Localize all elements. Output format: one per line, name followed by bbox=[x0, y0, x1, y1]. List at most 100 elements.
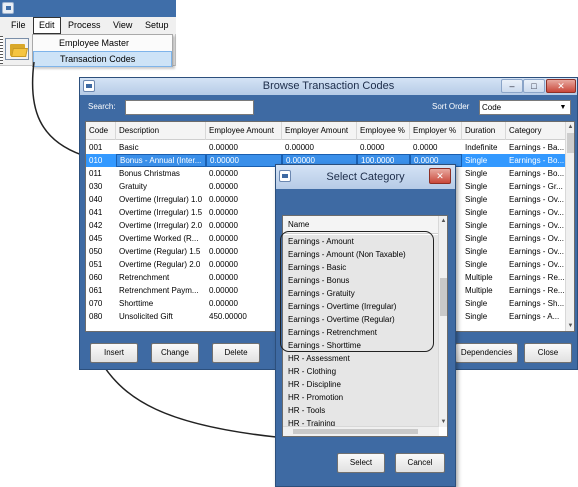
cell-duration: Single bbox=[465, 182, 488, 191]
cell-description: Overtime (Regular) 2.0 bbox=[119, 260, 201, 269]
cell-code: 010 bbox=[89, 156, 103, 165]
table-vertical-scrollbar[interactable]: ▲ ▼ bbox=[565, 122, 574, 331]
column-header-description[interactable]: Description bbox=[116, 122, 206, 140]
cell-category: Earnings - A... bbox=[509, 312, 560, 321]
column-header-employer-pct[interactable]: Employer % bbox=[410, 122, 462, 140]
cell-duration: Single bbox=[465, 195, 488, 204]
cell-employer-pct: 0.0000 bbox=[413, 143, 438, 152]
cell-description: Bonus - Annual (Inter... bbox=[116, 154, 206, 167]
sort-order-label: Sort Order bbox=[432, 102, 470, 111]
cell-code: 060 bbox=[89, 273, 103, 282]
change-button[interactable]: Change bbox=[151, 343, 199, 363]
window-close-button[interactable]: ✕ bbox=[546, 79, 576, 93]
cell-description: Gratuity bbox=[119, 182, 148, 191]
cell-description: Basic bbox=[119, 143, 139, 152]
cell-category: Earnings - Bo... bbox=[509, 169, 565, 178]
arrow-menu-to-grid bbox=[31, 61, 83, 156]
cell-employee-amount: 0.00000 bbox=[209, 195, 238, 204]
cancel-button[interactable]: Cancel bbox=[395, 453, 445, 473]
category-vertical-scrollbar[interactable]: ▲ ▼ bbox=[438, 216, 447, 427]
scroll-down-icon[interactable]: ▼ bbox=[566, 321, 574, 331]
cell-code: 041 bbox=[89, 208, 103, 217]
cell-code: 080 bbox=[89, 312, 103, 321]
list-item[interactable]: HR - Promotion bbox=[283, 391, 439, 404]
cell-category: Earnings - Bo... bbox=[509, 156, 565, 165]
sort-order-select[interactable]: Code ▼ bbox=[479, 100, 571, 115]
cell-description: Unsolicited Gift bbox=[119, 312, 173, 321]
cell-employer-amount: 0.00000 bbox=[285, 143, 314, 152]
dialog-close-icon[interactable]: ✕ bbox=[429, 168, 451, 184]
cell-code: 051 bbox=[89, 260, 103, 269]
column-header-category[interactable]: Category bbox=[506, 122, 566, 140]
cell-employee-amount: 0.00000 bbox=[206, 154, 282, 167]
cell-duration: Single bbox=[465, 299, 488, 308]
cell-employee-amount: 0.00000 bbox=[209, 234, 238, 243]
cell-employee-amount: 450.00000 bbox=[209, 312, 247, 321]
list-item[interactable]: HR - Discipline bbox=[283, 378, 439, 391]
earnings-group-highlight bbox=[280, 231, 434, 352]
column-header-code[interactable]: Code bbox=[86, 122, 116, 140]
cell-description: Bonus Christmas bbox=[119, 169, 180, 178]
list-item[interactable]: HR - Assessment bbox=[283, 352, 439, 365]
search-label: Search: bbox=[88, 102, 116, 111]
cell-employee-amount: 0.00000 bbox=[209, 221, 238, 230]
scroll-thumb[interactable] bbox=[293, 429, 418, 434]
cell-category: Earnings - Re... bbox=[509, 273, 565, 282]
cell-duration: Multiple bbox=[465, 286, 493, 295]
cell-duration: Single bbox=[465, 247, 488, 256]
close-button[interactable]: Close bbox=[524, 343, 572, 363]
cell-description: Overtime (Irregular) 2.0 bbox=[119, 221, 203, 230]
cell-description: Overtime (Irregular) 1.0 bbox=[119, 195, 203, 204]
cell-duration: Indefinite bbox=[465, 143, 498, 152]
column-header-employer-amount[interactable]: Employer Amount bbox=[282, 122, 357, 140]
scroll-up-icon[interactable]: ▲ bbox=[439, 216, 447, 226]
cell-code: 045 bbox=[89, 234, 103, 243]
cell-category: Earnings - Sh... bbox=[509, 299, 565, 308]
cell-category: Earnings - Ov... bbox=[509, 247, 564, 256]
list-item[interactable]: HR - Clothing bbox=[283, 365, 439, 378]
list-item[interactable]: HR - Tools bbox=[283, 404, 439, 417]
cell-employee-amount: 0.00000 bbox=[209, 299, 238, 308]
scroll-thumb[interactable] bbox=[440, 278, 447, 316]
search-input[interactable] bbox=[125, 100, 254, 115]
column-header-employee-amount[interactable]: Employee Amount bbox=[206, 122, 282, 140]
column-header-duration[interactable]: Duration bbox=[462, 122, 506, 140]
cell-code: 001 bbox=[89, 143, 103, 152]
insert-button[interactable]: Insert bbox=[90, 343, 138, 363]
cell-employee-amount: 0.00000 bbox=[209, 143, 238, 152]
cell-description: Shorttime bbox=[119, 299, 154, 308]
table-row[interactable]: 001 Basic 0.00000 0.00000 0.0000 0.0000 Indefi… bbox=[86, 141, 566, 154]
sort-order-value: Code bbox=[482, 103, 502, 112]
minimize-button[interactable]: – bbox=[501, 79, 523, 93]
scroll-up-icon[interactable]: ▲ bbox=[566, 122, 574, 132]
cell-category: Earnings - Ov... bbox=[509, 234, 564, 243]
dialog-title-bar: Select Category ✕ bbox=[276, 165, 455, 189]
cell-duration: Single bbox=[465, 208, 488, 217]
cell-description: Overtime Worked (R... bbox=[119, 234, 199, 243]
cell-description: Overtime (Regular) 1.5 bbox=[119, 247, 201, 256]
cell-employee-amount: 0.00000 bbox=[209, 208, 238, 217]
cell-code: 050 bbox=[89, 247, 103, 256]
cell-description: Overtime (Irregular) 1.5 bbox=[119, 208, 203, 217]
cell-description: Retrenchment bbox=[119, 273, 170, 282]
browse-title-bar: Browse Transaction Codes – □ ✕ bbox=[80, 78, 577, 95]
cell-category: Earnings - Ov... bbox=[509, 221, 564, 230]
scroll-down-icon[interactable]: ▼ bbox=[439, 417, 447, 427]
cell-duration: Single bbox=[465, 169, 488, 178]
cell-code: 061 bbox=[89, 286, 103, 295]
delete-button[interactable]: Delete bbox=[212, 343, 260, 363]
scroll-thumb[interactable] bbox=[567, 133, 574, 153]
category-horizontal-scrollbar[interactable] bbox=[283, 426, 439, 436]
column-header-employee-pct[interactable]: Employee % bbox=[357, 122, 410, 140]
cell-code: 030 bbox=[89, 182, 103, 191]
dependencies-button[interactable]: Dependencies bbox=[455, 343, 518, 363]
maximize-button[interactable]: □ bbox=[523, 79, 545, 93]
cell-employee-amount: 0.00000 bbox=[209, 247, 238, 256]
cell-category: Earnings - Ba... bbox=[509, 143, 565, 152]
select-button[interactable]: Select bbox=[337, 453, 385, 473]
cell-employee-amount: 0.00000 bbox=[209, 182, 238, 191]
cell-employee-pct: 0.0000 bbox=[360, 143, 385, 152]
cell-description: Retrenchment Paym... bbox=[119, 286, 199, 295]
cell-category: Earnings - Re... bbox=[509, 286, 565, 295]
cell-category: Earnings - Ov... bbox=[509, 260, 564, 269]
